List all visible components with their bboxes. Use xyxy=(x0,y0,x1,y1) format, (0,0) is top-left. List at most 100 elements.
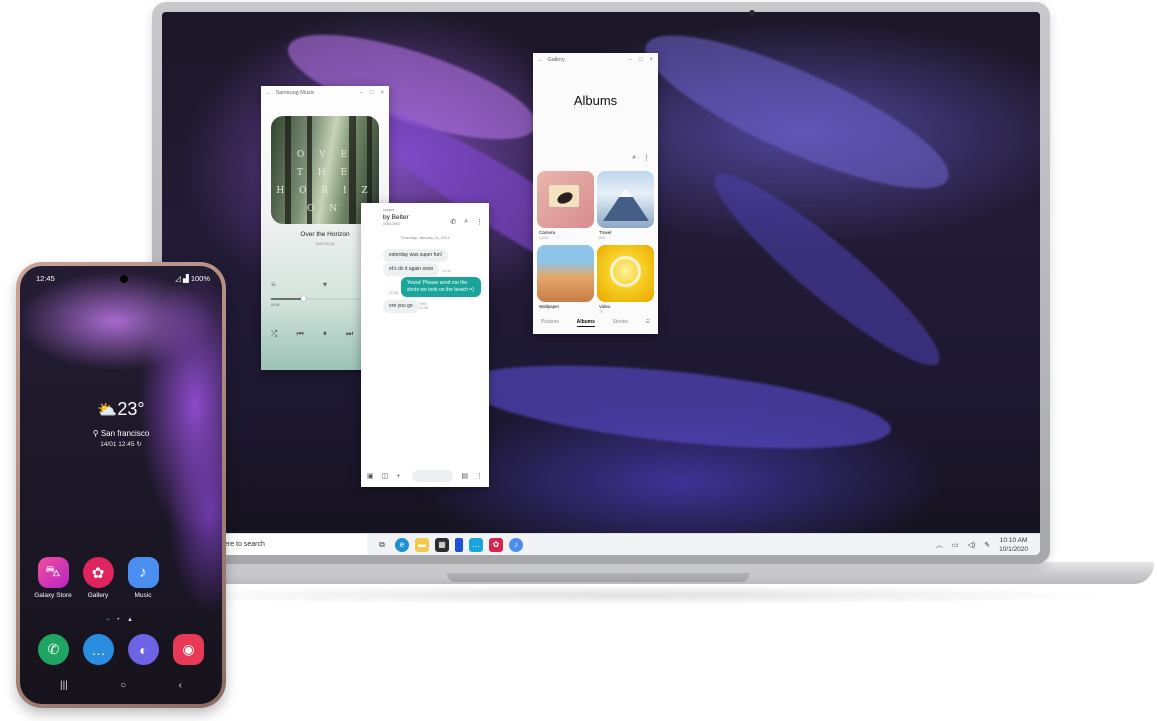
back-icon[interactable]: ‹ xyxy=(179,680,182,691)
message-bubble[interactable]: Yesss! Please send me the shots we took … xyxy=(401,277,481,297)
app-music[interactable]: ♪ Music xyxy=(123,557,163,599)
album-name: Camera xyxy=(539,230,556,235)
home-icon[interactable]: ○ xyxy=(120,680,126,691)
album-name: Travel xyxy=(599,230,612,235)
laptop-lid: ← Samsung Music – □ × O V E T H E H O R … xyxy=(152,2,1050,564)
sticker-icon[interactable]: ▤ xyxy=(461,472,468,480)
album-tile-travel[interactable] xyxy=(597,171,654,228)
heart-icon[interactable]: ♥ xyxy=(323,280,328,289)
conversation-date: Thursday, January 14, 2021 xyxy=(400,235,450,240)
edge-icon[interactable]: e xyxy=(395,537,409,552)
phone-device: 12:45 ◿ ▟ 100% ⛅23° ⚲ San francisco 14/0… xyxy=(16,262,226,708)
phone-nav-bar: ||| ○ ‹ xyxy=(60,680,182,691)
message-bubble[interactable]: esterday was super fun! xyxy=(383,249,449,262)
laptop-camera xyxy=(749,10,755,16)
phone-icon[interactable] xyxy=(455,537,463,552)
task-view-icon[interactable]: ⧉ xyxy=(375,538,389,552)
message-time: 12:38 xyxy=(389,291,398,295)
messages-icon[interactable]: … xyxy=(469,537,483,552)
status-time: 12:45 xyxy=(36,274,55,283)
more-icon[interactable]: ⋮ xyxy=(476,218,483,226)
attach-icon[interactable]: ◫ xyxy=(382,472,389,480)
signal-icon: ◿ ▟ xyxy=(175,274,191,283)
gallery-window[interactable]: ← Gallery – □ × Albums ⌕ ⋮ Camera 1,215 … xyxy=(533,53,658,334)
gallery-window-title: Gallery xyxy=(547,56,565,63)
messages-window[interactable]: ssages by Belter 0456-7890 ✆ ⌕ ⋮ Thursda… xyxy=(361,203,489,487)
gallery-titlebar[interactable]: ← Gallery – □ × xyxy=(533,53,658,66)
previous-icon[interactable]: ⏮ xyxy=(297,329,304,339)
music-titlebar[interactable]: ← Samsung Music – □ × xyxy=(261,86,389,99)
window-controls: – □ × xyxy=(360,90,384,96)
album-count: 815 xyxy=(599,236,605,240)
battery-level: 100% xyxy=(190,274,210,283)
camera-icon[interactable]: ◉ xyxy=(173,634,204,665)
message-bubble[interactable]: ere you go xyxy=(383,300,419,313)
recents-icon[interactable]: ||| xyxy=(60,680,68,691)
speaker-icon[interactable]: ◁) xyxy=(967,541,975,549)
laptop-opening-notch xyxy=(447,573,749,582)
weather-widget[interactable]: ⛅23° xyxy=(20,399,222,420)
file-explorer-icon[interactable]: ▬ xyxy=(415,537,429,552)
pen-icon[interactable]: ✎ xyxy=(984,541,990,549)
taskbar-pinned-apps: ⧉ e ▬ ▦ … ✿ ♪ xyxy=(367,537,523,552)
shopping-bag-icon: ⛍ xyxy=(37,557,69,588)
app-label: Gallery xyxy=(87,592,109,599)
album-tile-camera[interactable] xyxy=(537,171,594,228)
tab-albums[interactable]: Albums xyxy=(576,319,595,327)
app-galaxy-store[interactable]: ⛍ Galaxy Store xyxy=(33,557,73,599)
album-tile-video[interactable] xyxy=(597,245,654,302)
shuffle-icon[interactable]: ⤮ xyxy=(271,329,277,339)
message-bubble[interactable]: et's do it again soon xyxy=(383,263,440,276)
gallery-icon[interactable]: ✿ xyxy=(489,537,503,552)
taskbar-clock[interactable]: 10:10 AM 10/1/2020 xyxy=(999,536,1028,554)
contact-name: by Belter xyxy=(383,214,409,221)
chat-icon[interactable]: … xyxy=(83,634,114,665)
sun-cloud-icon: ⛅ xyxy=(97,402,118,419)
album-name: Video xyxy=(599,304,611,309)
gallery-tools: ⌕ ⋮ xyxy=(632,154,650,162)
pause-icon[interactable]: ⏸ xyxy=(323,329,327,339)
menu-icon[interactable]: ☰ xyxy=(646,319,650,327)
search-icon[interactable]: ⌕ xyxy=(464,218,468,226)
add-icon[interactable]: + xyxy=(396,473,400,480)
clock-date: 10/1/2020 xyxy=(999,545,1028,553)
window-controls: – □ × xyxy=(629,57,653,63)
voice-icon[interactable]: ⋮ xyxy=(476,472,483,480)
message-input[interactable] xyxy=(412,470,454,482)
tab-stories[interactable]: Stories xyxy=(612,319,628,327)
progress-fill xyxy=(271,298,304,300)
weather-location-row: ⚲ San francisco xyxy=(20,429,222,438)
weather-datetime: 14/01 12:45 xyxy=(100,441,135,448)
planet-icon[interactable]: ◐ xyxy=(128,634,159,665)
maximize-icon[interactable]: □ xyxy=(370,90,374,96)
call-icon[interactable]: ✆ xyxy=(450,218,456,226)
close-icon[interactable]: × xyxy=(380,90,384,96)
store-icon[interactable]: ▦ xyxy=(435,537,449,552)
progress-knob[interactable] xyxy=(301,296,307,301)
minimize-icon[interactable]: – xyxy=(629,57,632,63)
album-tile-wallpaper[interactable] xyxy=(537,245,594,302)
close-icon[interactable]: × xyxy=(649,57,653,63)
battery-icon[interactable]: ▭ xyxy=(952,541,959,549)
back-arrow-icon[interactable]: ← xyxy=(538,57,544,63)
chevron-up-icon[interactable]: ︿ xyxy=(936,540,943,550)
music-icon[interactable]: ♪ xyxy=(509,537,523,552)
phone-camera xyxy=(120,275,128,283)
app-gallery[interactable]: ✿ Gallery xyxy=(78,557,118,599)
phone-icon[interactable]: ✆ xyxy=(38,634,69,665)
refresh-icon[interactable]: ↻ xyxy=(135,441,141,448)
weather-date-row: 14/01 12:45 ↻ xyxy=(20,440,222,448)
app-label: Galaxy Store xyxy=(34,592,72,599)
more-icon[interactable]: ⋮ xyxy=(643,154,650,162)
search-icon[interactable]: ⌕ xyxy=(632,154,636,162)
weather-location: San francisco xyxy=(100,429,150,438)
tab-pictures[interactable]: Pictures xyxy=(541,319,559,327)
maximize-icon[interactable]: □ xyxy=(639,57,643,63)
page-indicator[interactable]: − • ▲ xyxy=(20,617,222,623)
back-arrow-icon[interactable]: ← xyxy=(266,90,272,96)
playlist-icon[interactable]: ≡ xyxy=(271,280,276,289)
image-icon[interactable]: ▣ xyxy=(367,472,374,480)
message-composer: ▣ ◫ + ▤ ⋮ xyxy=(361,465,489,487)
minimize-icon[interactable]: – xyxy=(360,90,363,96)
next-icon[interactable]: ⏭ xyxy=(346,329,353,339)
